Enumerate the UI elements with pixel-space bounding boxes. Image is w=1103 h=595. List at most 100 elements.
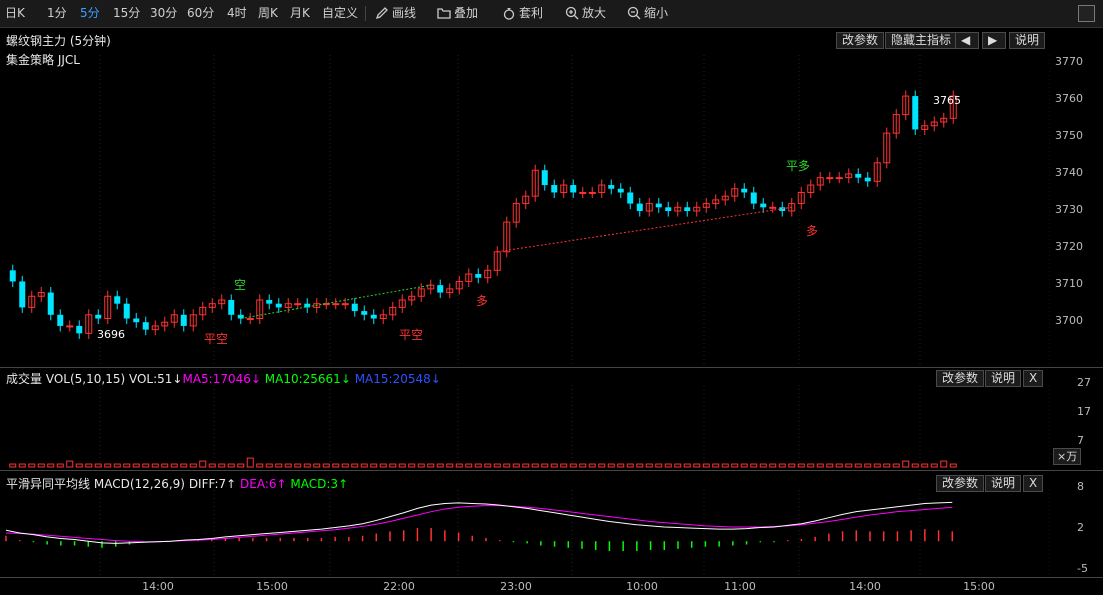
signal-close-short: 平空: [204, 332, 229, 346]
candle-body: [294, 303, 302, 306]
period-5min[interactable]: 5分: [80, 5, 100, 22]
volume-bar: [569, 463, 577, 468]
volume-tick: 7: [1077, 434, 1084, 447]
candle-body: [76, 325, 83, 334]
instrument-title: 螺纹钢主力 (5分钟): [6, 34, 111, 48]
candlestick-chart[interactable]: [0, 55, 1050, 367]
volume-bar: [332, 463, 340, 468]
volume-ma10: MA10:25661↓: [264, 372, 351, 386]
volume-bar: [522, 463, 530, 468]
period-monthly[interactable]: 月K: [290, 5, 310, 22]
volume-bar: [275, 463, 283, 468]
edit-params-button[interactable]: 改参数: [836, 32, 885, 49]
volume-tick: 27: [1077, 376, 1091, 389]
candle-body: [665, 207, 672, 211]
volume-bar: [759, 463, 767, 468]
price-tick: 3770: [1055, 55, 1083, 68]
prev-button[interactable]: ◀: [955, 32, 979, 49]
zoom-out-button[interactable]: 缩小: [627, 5, 668, 22]
period-weekly[interactable]: 周K: [258, 5, 278, 22]
volume-bar: [284, 463, 292, 468]
volume-bar: [693, 463, 701, 468]
time-label: 15:00: [256, 580, 288, 593]
candle-body: [47, 292, 54, 315]
volume-bar: [417, 463, 425, 468]
candle-body: [114, 296, 121, 304]
next-button[interactable]: ▶: [982, 32, 1006, 49]
candle-body: [627, 192, 634, 204]
period-4h[interactable]: 4时: [227, 5, 247, 22]
volume-bar: [626, 463, 634, 468]
arbitrage-label: 套利: [519, 6, 544, 20]
candle-body: [617, 188, 624, 193]
volume-bar: [151, 463, 159, 468]
volume-bar: [826, 463, 834, 468]
candle-body: [57, 314, 64, 326]
maximize-button[interactable]: [1078, 5, 1095, 22]
signal-close-long: 平多: [786, 159, 811, 173]
price-tick: 3700: [1055, 314, 1083, 327]
candle-body: [541, 170, 548, 186]
volume-bar: [161, 463, 169, 468]
candle-body: [142, 322, 149, 330]
volume-bar: [769, 463, 777, 468]
price-tick: 3730: [1055, 203, 1083, 216]
volume-bar: [835, 463, 843, 468]
volume-bar: [674, 463, 682, 468]
period-60min[interactable]: 60分: [187, 5, 214, 22]
hide-indicator-button[interactable]: 隐藏主指标: [885, 32, 958, 49]
zoom-out-icon: [627, 6, 641, 20]
macd-value: MACD:3↑: [290, 477, 349, 491]
period-custom[interactable]: 自定义: [322, 5, 358, 22]
help-button[interactable]: 说明: [1009, 32, 1046, 49]
volume-bar: [75, 463, 83, 468]
volume-bar: [940, 460, 948, 468]
volume-bar: [474, 463, 482, 468]
arbitrage-button[interactable]: 套利: [502, 5, 543, 22]
volume-bar: [237, 463, 245, 468]
price-tick: 3720: [1055, 240, 1083, 253]
macd-tick: 2: [1077, 521, 1084, 534]
period-daily[interactable]: 日K: [5, 5, 25, 22]
volume-bar: [294, 463, 302, 468]
overlay-button[interactable]: 叠加: [437, 5, 478, 22]
macd-tick: 8: [1077, 480, 1084, 493]
candle-body: [760, 203, 767, 208]
zoom-in-button[interactable]: 放大: [565, 5, 606, 22]
toolbar-divider: [365, 6, 366, 21]
period-1min[interactable]: 1分: [47, 5, 67, 22]
period-30min[interactable]: 30分: [150, 5, 177, 22]
volume-bar: [560, 463, 568, 468]
volume-bar: [531, 463, 539, 468]
candle-body: [180, 314, 187, 326]
money-bag-icon: [503, 8, 515, 20]
volume-bar: [740, 463, 748, 468]
volume-bar: [731, 463, 739, 468]
volume-bar: [655, 463, 663, 468]
volume-bar: [313, 463, 321, 468]
candle-body: [332, 303, 340, 306]
volume-bar: [845, 463, 853, 468]
volume-bar: [892, 463, 900, 468]
candle-body: [123, 303, 130, 319]
volume-bar: [379, 463, 387, 468]
strategy-line: [497, 206, 792, 253]
time-label: 10:00: [626, 580, 658, 593]
candle-body: [588, 191, 596, 194]
volume-bar: [579, 463, 587, 468]
macd-dea: DEA:6↑: [240, 477, 287, 491]
candle-body: [570, 185, 577, 193]
volume-indicator: VOL(5,10,15): [45, 372, 126, 386]
period-15min[interactable]: 15分: [113, 5, 140, 22]
candle-body: [769, 206, 777, 209]
macd-chart: [5, 490, 1050, 576]
candle-body: [237, 314, 244, 319]
candle-body: [246, 318, 254, 321]
axis-divider: [0, 577, 1103, 578]
draw-line-button[interactable]: 画线: [375, 5, 416, 22]
volume-bar: [427, 463, 435, 468]
volume-bar: [636, 463, 644, 468]
volume-bar: [721, 463, 729, 468]
price-tick: 3760: [1055, 92, 1083, 105]
candle-body: [133, 318, 140, 323]
